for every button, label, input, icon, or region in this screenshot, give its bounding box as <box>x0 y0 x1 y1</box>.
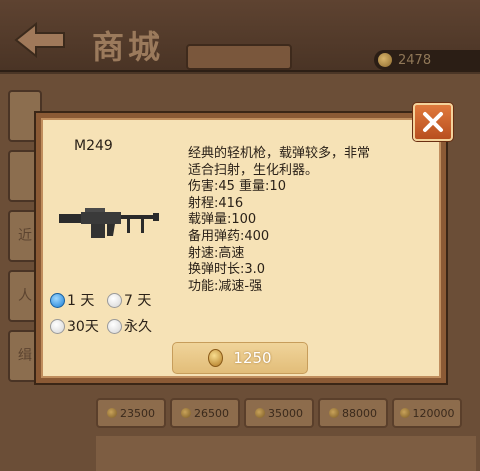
gold-coin-icon <box>378 53 392 67</box>
description-line: 适合扫射，生化利器。 <box>188 162 319 178</box>
gold-coin-icon <box>107 408 117 418</box>
description-line: 射程:416 <box>188 195 244 211</box>
price-tag[interactable]: 26500 <box>170 398 240 428</box>
gold-coin-icon <box>399 408 410 418</box>
gold-coin-icon <box>181 408 191 418</box>
duration-option-30-days[interactable]: 30天 <box>50 316 99 336</box>
description-line: 射速:高速 <box>188 245 245 261</box>
duration-label: 1 天 <box>67 293 95 309</box>
buy-price: 1250 <box>233 349 272 367</box>
gold-coin-icon <box>329 408 339 418</box>
description-line: 备用弹药:400 <box>188 228 270 244</box>
description-line: 伤害:45 重量:10 <box>188 179 286 195</box>
duration-option-7-days[interactable]: 7 天 <box>107 290 151 310</box>
shop-title: 商城 <box>92 28 165 66</box>
radio-button[interactable] <box>50 318 65 334</box>
description-line: 换弹时长:3.0 <box>188 262 266 278</box>
price-tag[interactable]: 88000 <box>318 398 388 428</box>
coin-balance-value: 2478 <box>398 52 432 68</box>
description-line: 经典的轻机枪，载弹较多，非常 <box>188 146 371 161</box>
gold-coin-icon <box>208 349 224 367</box>
close-x-icon <box>423 112 443 132</box>
radio-button[interactable] <box>107 292 122 308</box>
item-name: M249 <box>74 138 113 154</box>
radio-button[interactable] <box>50 292 65 308</box>
radio-button[interactable] <box>107 318 122 334</box>
shop-header: 商城 2478 <box>0 0 480 72</box>
item-description: 经典的轻机枪，载弹较多，非常 适合扫射，生化利器。 伤害:45 重量:10 射程… <box>188 146 438 295</box>
duration-label: 永久 <box>124 319 152 335</box>
buy-button[interactable]: 1250 <box>172 342 308 374</box>
description-line: 功能:减速-强 <box>188 278 263 294</box>
header-plaque <box>186 44 292 70</box>
price-tag[interactable]: 120000 <box>392 398 462 428</box>
close-button[interactable] <box>413 103 453 141</box>
duration-option-permanent[interactable]: 永久 <box>107 316 152 336</box>
gold-coin-icon <box>255 408 265 418</box>
machine-gun-icon <box>59 208 159 238</box>
duration-label: 30天 <box>67 319 99 335</box>
price-tag[interactable]: 35000 <box>244 398 314 428</box>
price-row: 23500 26500 35000 88000 120000 <box>96 398 476 432</box>
back-arrow-icon[interactable] <box>14 22 66 58</box>
bottom-panel <box>96 436 476 471</box>
coin-balance: 2478 <box>374 50 480 70</box>
description-line: 载弹量:100 <box>188 212 257 228</box>
price-tag[interactable]: 23500 <box>96 398 166 428</box>
duration-option-1-day[interactable]: 1 天 <box>50 290 94 310</box>
duration-label: 7 天 <box>124 293 152 309</box>
